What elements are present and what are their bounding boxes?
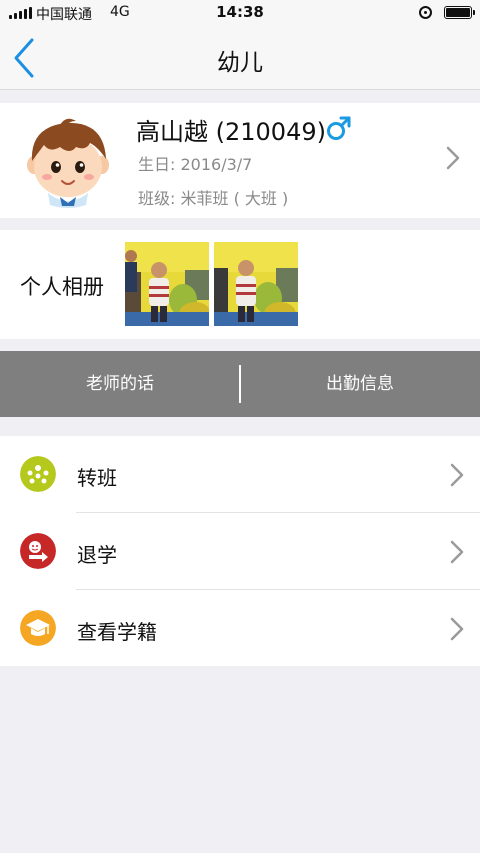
album-photo[interactable]	[125, 242, 209, 326]
page: 中国联通 4G 14:38 幼儿 高山越 (210049) 生日: 2016/3…	[0, 0, 480, 853]
child-class: 班级: 米菲班 ( 大班 )	[138, 189, 289, 208]
status-bar: 中国联通 4G 14:38	[0, 0, 480, 26]
status-time: 14:38	[216, 3, 264, 21]
graduation-cap-icon	[20, 610, 56, 646]
withdraw-icon	[20, 533, 56, 569]
transfer-class-icon	[20, 456, 56, 492]
menu-item-withdraw[interactable]: 退学	[0, 513, 480, 590]
navigation-bar: 幼儿	[0, 26, 480, 90]
album-label: 个人相册	[20, 275, 104, 299]
tab-teacher-words[interactable]: 老师的话	[0, 351, 240, 417]
album-photo[interactable]	[214, 242, 298, 326]
chevron-right-icon	[450, 463, 464, 487]
menu-label: 查看学籍	[77, 620, 157, 644]
tab-attendance[interactable]: 出勤信息	[240, 351, 480, 417]
info-tab-bar: 老师的话 出勤信息	[0, 351, 480, 417]
child-birthday: 生日: 2016/3/7	[138, 155, 253, 174]
personal-album-section: 个人相册	[0, 230, 480, 339]
action-menu: 转班 退学 查看学籍	[0, 436, 480, 666]
menu-label: 退学	[77, 543, 117, 567]
menu-item-view-student-record[interactable]: 查看学籍	[0, 590, 480, 667]
child-profile-card[interactable]: 高山越 (210049) 生日: 2016/3/7 班级: 米菲班 ( 大班 )	[0, 103, 480, 218]
page-title: 幼儿	[217, 50, 263, 76]
battery-icon	[444, 6, 475, 19]
chevron-right-icon	[450, 540, 464, 564]
chevron-right-icon	[446, 146, 460, 170]
chevron-right-icon	[450, 617, 464, 641]
menu-item-transfer-class[interactable]: 转班	[0, 436, 480, 513]
menu-label: 转班	[77, 466, 117, 490]
male-icon	[327, 116, 351, 140]
child-avatar	[27, 118, 109, 208]
rotation-lock-icon	[419, 6, 432, 19]
child-name: 高山越 (210049)	[136, 118, 326, 146]
